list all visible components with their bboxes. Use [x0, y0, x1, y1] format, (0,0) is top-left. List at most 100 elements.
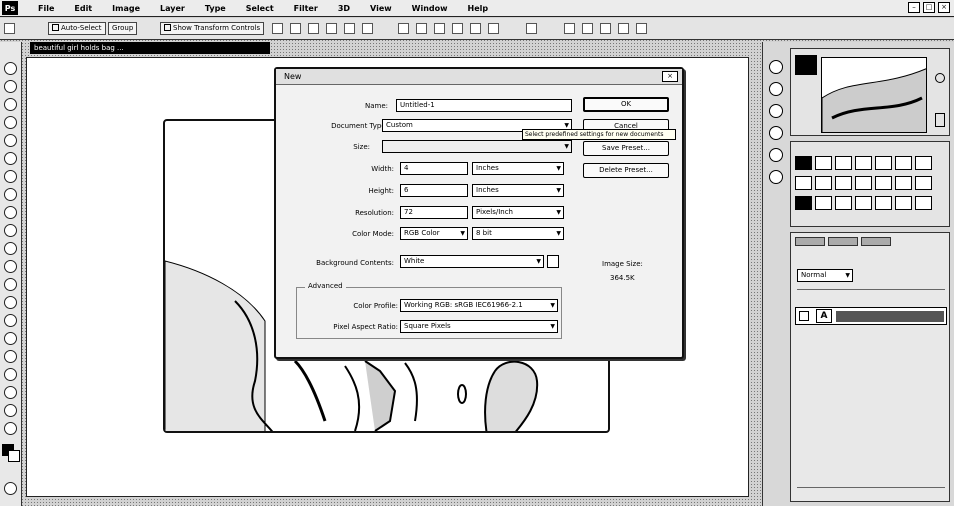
pixel-aspect-ratio-dropdown[interactable]: Square Pixels ▼	[400, 320, 558, 333]
navigator-icon[interactable]	[769, 60, 783, 74]
move-tool-icon[interactable]	[4, 62, 17, 75]
swatch[interactable]	[895, 176, 912, 190]
menu-view[interactable]: View	[370, 4, 392, 13]
distribute-left-icon[interactable]	[452, 23, 463, 34]
swatch[interactable]	[855, 196, 872, 210]
document-tab[interactable]: beautiful girl holds bag ...	[30, 42, 270, 54]
3d-camera-tool-icon[interactable]	[4, 404, 17, 417]
background-color-swatch[interactable]	[8, 450, 20, 462]
info-icon[interactable]	[769, 104, 783, 118]
swatch[interactable]	[795, 156, 812, 170]
actions-icon[interactable]	[769, 148, 783, 162]
lasso-tool-icon[interactable]	[4, 98, 17, 111]
3d-roll-icon[interactable]	[582, 23, 593, 34]
history-brush-tool-icon[interactable]	[4, 224, 17, 237]
menu-filter[interactable]: Filter	[294, 4, 318, 13]
zoom-in-icon[interactable]	[935, 73, 945, 83]
save-preset-button[interactable]: Save Preset...	[583, 141, 669, 156]
quick-mask-icon[interactable]	[4, 482, 17, 495]
menu-edit[interactable]: Edit	[74, 4, 92, 13]
swatch[interactable]	[875, 196, 892, 210]
align-right-icon[interactable]	[362, 23, 373, 34]
color-mode-dropdown[interactable]: RGB Color ▼	[400, 227, 468, 240]
close-window-button[interactable]: ×	[938, 2, 950, 13]
distribute-bottom-icon[interactable]	[434, 23, 445, 34]
3d-scale-icon[interactable]	[636, 23, 647, 34]
type-tool-icon[interactable]	[4, 332, 17, 345]
clone-stamp-tool-icon[interactable]	[4, 206, 17, 219]
distribute-vcenter-icon[interactable]	[416, 23, 427, 34]
swatch[interactable]	[815, 156, 832, 170]
resolution-input[interactable]: 72	[400, 206, 468, 219]
swatch[interactable]	[855, 176, 872, 190]
navigator-thumbnail[interactable]	[821, 57, 927, 133]
align-hcenter-icon[interactable]	[344, 23, 355, 34]
height-unit-dropdown[interactable]: Inches ▼	[472, 184, 564, 197]
maximize-button[interactable]: □	[923, 2, 935, 13]
color-profile-dropdown[interactable]: Working RGB: sRGB IEC61966-2.1 ▼	[400, 299, 558, 312]
eraser-tool-icon[interactable]	[4, 242, 17, 255]
3d-object-tool-icon[interactable]	[4, 386, 17, 399]
hand-tool-icon[interactable]	[4, 422, 17, 435]
align-left-icon[interactable]	[326, 23, 337, 34]
background-contents-dropdown[interactable]: White ▼	[400, 255, 544, 268]
name-input[interactable]: Untitled-1	[396, 99, 572, 112]
menu-layer[interactable]: Layer	[160, 4, 185, 13]
dialog-close-button[interactable]: ×	[662, 71, 678, 82]
shape-tool-icon[interactable]	[4, 368, 17, 381]
gradient-tool-icon[interactable]	[4, 260, 17, 273]
quick-select-tool-icon[interactable]	[4, 116, 17, 129]
swatch[interactable]	[835, 176, 852, 190]
color-swatch-preview[interactable]	[795, 55, 817, 75]
layer-row[interactable]: A	[795, 307, 947, 325]
menu-window[interactable]: Window	[412, 4, 448, 13]
tab-channels[interactable]	[828, 237, 858, 246]
menu-select[interactable]: Select	[246, 4, 274, 13]
histogram-icon[interactable]	[769, 82, 783, 96]
menu-image[interactable]: Image	[112, 4, 140, 13]
distribute-right-icon[interactable]	[488, 23, 499, 34]
brush-tool-icon[interactable]	[4, 188, 17, 201]
eyedropper-tool-icon[interactable]	[4, 152, 17, 165]
swatch[interactable]	[815, 196, 832, 210]
history-icon[interactable]	[769, 126, 783, 140]
zoom-slider-icon[interactable]	[935, 113, 945, 127]
swatch[interactable]	[915, 176, 932, 190]
move-tool-icon[interactable]	[4, 23, 15, 34]
swatch[interactable]	[835, 196, 852, 210]
resolution-unit-dropdown[interactable]: Pixels/Inch ▼	[472, 206, 564, 219]
delete-preset-button[interactable]: Delete Preset...	[583, 163, 669, 178]
swatch[interactable]	[875, 176, 892, 190]
healing-brush-tool-icon[interactable]	[4, 170, 17, 183]
align-vcenter-icon[interactable]	[290, 23, 301, 34]
menu-file[interactable]: File	[38, 4, 54, 13]
marquee-tool-icon[interactable]	[4, 80, 17, 93]
crop-tool-icon[interactable]	[4, 134, 17, 147]
menu-type[interactable]: Type	[205, 4, 226, 13]
dialog-titlebar[interactable]: New ×	[276, 69, 682, 85]
distribute-hcenter-icon[interactable]	[470, 23, 481, 34]
blur-tool-icon[interactable]	[4, 278, 17, 291]
bit-depth-dropdown[interactable]: 8 bit ▼	[472, 227, 564, 240]
lock-options-row[interactable]	[797, 289, 945, 299]
align-bottom-icon[interactable]	[308, 23, 319, 34]
swatch[interactable]	[795, 196, 812, 210]
3d-slide-icon[interactable]	[618, 23, 629, 34]
distribute-top-icon[interactable]	[398, 23, 409, 34]
swatch[interactable]	[895, 156, 912, 170]
align-top-icon[interactable]	[272, 23, 283, 34]
3d-rotate-icon[interactable]	[564, 23, 575, 34]
swatch[interactable]	[875, 156, 892, 170]
width-unit-dropdown[interactable]: Inches ▼	[472, 162, 564, 175]
tab-paths[interactable]	[861, 237, 891, 246]
show-transform-checkbox[interactable]: Show Transform Controls	[160, 22, 265, 35]
background-color-swatch[interactable]	[547, 255, 559, 268]
swatch[interactable]	[915, 196, 932, 210]
minimize-button[interactable]: –	[908, 2, 920, 13]
3d-pan-icon[interactable]	[600, 23, 611, 34]
swatch[interactable]	[855, 156, 872, 170]
width-input[interactable]: 4	[400, 162, 468, 175]
swatch[interactable]	[815, 176, 832, 190]
height-input[interactable]: 6	[400, 184, 468, 197]
swatch[interactable]	[835, 156, 852, 170]
